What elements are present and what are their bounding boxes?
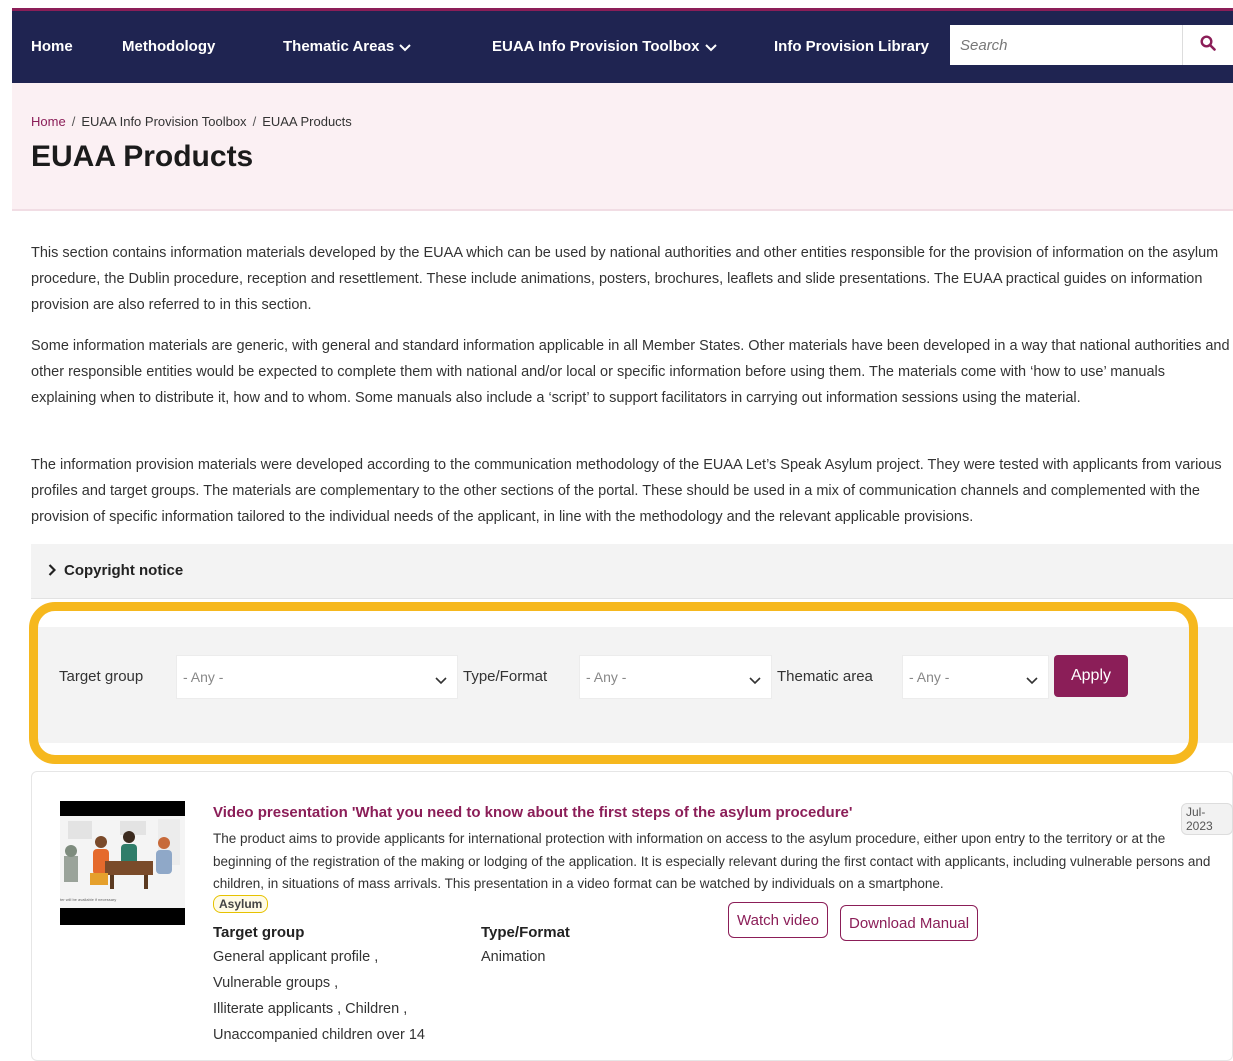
type-format-select[interactable]: - Any - xyxy=(579,655,772,699)
nav-item-toolbox[interactable]: EUAA Info Provision Toolbox xyxy=(492,38,717,56)
video-thumbnail[interactable]: ter will be available if necessary xyxy=(60,801,185,925)
breadcrumb-home[interactable]: Home xyxy=(31,114,66,129)
thematic-area-select[interactable]: - Any - xyxy=(902,655,1049,699)
thematic-tag[interactable]: Asylum xyxy=(213,895,269,913)
target-group-item: Vulnerable groups , xyxy=(213,975,339,991)
chevron-down-icon xyxy=(399,39,411,56)
chevron-down-icon xyxy=(435,672,447,688)
breadcrumb-toolbox[interactable]: EUAA Info Provision Toolbox xyxy=(81,114,246,129)
page-title: EUAA Products xyxy=(31,140,254,173)
nav-item-home[interactable]: Home xyxy=(31,38,73,55)
breadcrumb: Home / EUAA Info Provision Toolbox / EUAA Pr… xyxy=(31,114,352,129)
chevron-down-icon xyxy=(704,39,717,56)
search-icon xyxy=(1200,34,1216,56)
target-group-value: - Any - xyxy=(183,669,224,685)
type-format-heading: Type/Format xyxy=(481,924,570,941)
target-group-select[interactable]: - Any - xyxy=(176,655,458,699)
target-group-item: Unaccompanied children over 14 xyxy=(213,1027,425,1043)
target-group-heading: Target group xyxy=(213,924,305,941)
chevron-down-icon xyxy=(749,672,761,688)
filter-label-target-group: Target group xyxy=(59,668,144,685)
watch-video-button[interactable]: Watch video xyxy=(728,902,828,938)
download-manual-button[interactable]: Download Manual xyxy=(840,905,979,941)
chevron-right-icon xyxy=(48,563,57,580)
copyright-toggle[interactable]: Copyright notice xyxy=(48,562,183,580)
filter-label-type-format: Type/Format xyxy=(463,668,548,685)
thumbnail-illustration xyxy=(60,816,185,908)
type-format-value: Animation xyxy=(481,949,546,965)
filter-label-thematic-area: Thematic area xyxy=(777,668,873,685)
intro-paragraph: The information provision materials were… xyxy=(31,457,1222,525)
target-group-item: General applicant profile , xyxy=(213,949,379,965)
apply-button[interactable]: Apply xyxy=(1054,655,1128,697)
nav-item-methodology[interactable]: Methodology xyxy=(122,38,215,55)
copyright-accordion[interactable]: Copyright notice xyxy=(31,544,1233,599)
product-title-link[interactable]: Video presentation 'What you need to kno… xyxy=(213,804,852,821)
nav-item-thematic-areas[interactable]: Thematic Areas xyxy=(283,38,411,56)
intro-paragraph: Some information materials are generic, … xyxy=(31,338,1230,406)
search-input[interactable] xyxy=(950,25,1182,65)
intro-paragraph: This section contains information materi… xyxy=(31,245,1219,313)
thumbnail-caption: ter will be available if necessary xyxy=(60,897,117,902)
thematic-area-value: - Any - xyxy=(909,669,950,685)
nav-item-info-library[interactable]: Info Provision Library xyxy=(774,38,929,55)
type-format-value: - Any - xyxy=(586,669,627,685)
breadcrumb-separator: / xyxy=(71,114,76,129)
chevron-down-icon xyxy=(1026,672,1038,688)
breadcrumb-separator: / xyxy=(252,114,257,129)
breadcrumb-current: EUAA Products xyxy=(262,114,352,129)
target-group-item: Illiterate applicants , Children , xyxy=(213,1001,408,1017)
product-description: The product aims to provide applicants f… xyxy=(213,831,1211,891)
main-nav: Home Methodology Thematic Areas EUAA Inf… xyxy=(12,11,1233,83)
search-button[interactable] xyxy=(1182,25,1233,65)
